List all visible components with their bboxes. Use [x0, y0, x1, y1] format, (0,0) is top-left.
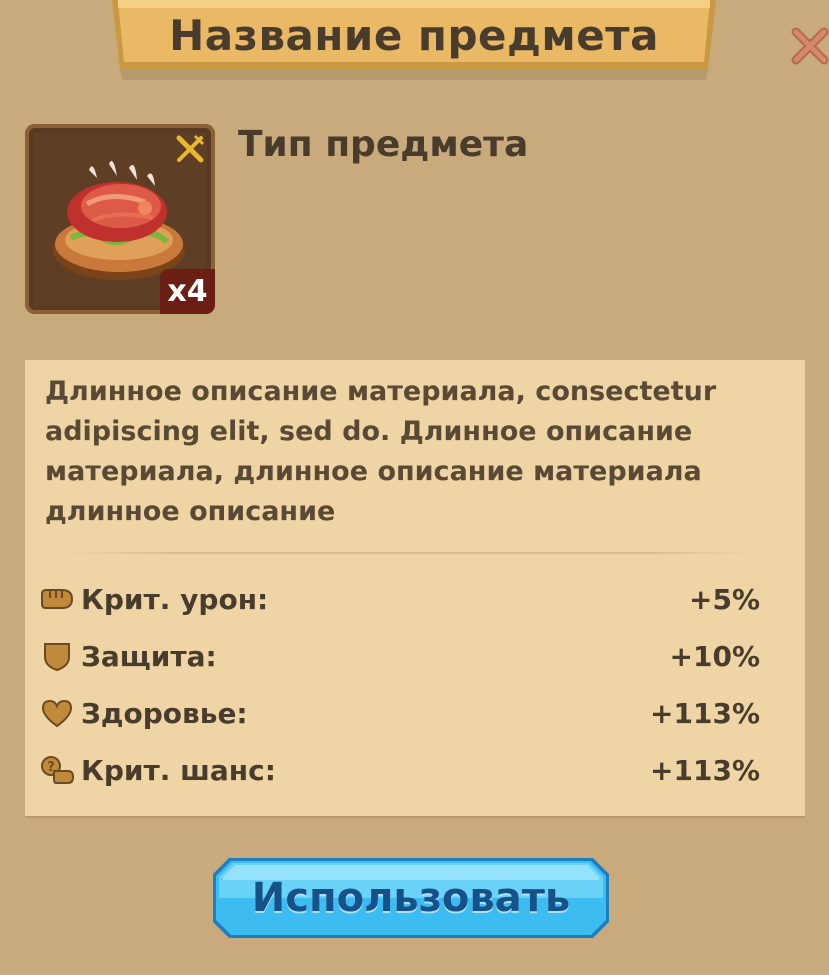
- info-box: Длинное описание материала, consectetur …: [25, 360, 805, 816]
- close-button[interactable]: [790, 26, 829, 66]
- stat-value: +113%: [650, 697, 760, 730]
- use-button[interactable]: Использовать: [213, 858, 609, 938]
- dialog-title: Название предмета: [169, 11, 659, 60]
- item-dialog: Название предмета x4 Тип предмета Длинно…: [0, 0, 829, 975]
- stat-label: Защита:: [81, 640, 217, 673]
- stat-label: Крит. шанс:: [81, 754, 276, 787]
- item-type: Тип предмета: [238, 124, 529, 165]
- use-button-label: Использовать: [251, 875, 571, 921]
- item-slot: x4: [25, 124, 215, 314]
- shield-icon: [44, 643, 70, 671]
- stat-row-defense: Защита: +10%: [40, 637, 760, 677]
- fork-knife-icon: [176, 134, 205, 163]
- stat-row-health: Здоровье: +113%: [40, 694, 760, 734]
- stat-value: +10%: [669, 640, 760, 673]
- title-ribbon: Название предмета: [112, 0, 716, 80]
- stat-label: Здоровье:: [81, 697, 248, 730]
- stat-value: +113%: [650, 754, 760, 787]
- fist-icon: [41, 589, 74, 609]
- stat-row-crit-chance: ? Крит. шанс: +113%: [40, 751, 760, 791]
- divider: [65, 552, 755, 554]
- item-description: Длинное описание материала, consectetur …: [45, 376, 717, 527]
- stat-label: Крит. урон:: [81, 583, 269, 616]
- close-icon: [791, 27, 829, 65]
- crit-chance-icon: ?: [41, 756, 74, 784]
- quantity-badge: x4: [160, 269, 215, 314]
- stat-value: +5%: [689, 583, 760, 616]
- stat-row-crit-damage: Крит. урон: +5%: [40, 580, 760, 620]
- heart-icon: [41, 699, 73, 728]
